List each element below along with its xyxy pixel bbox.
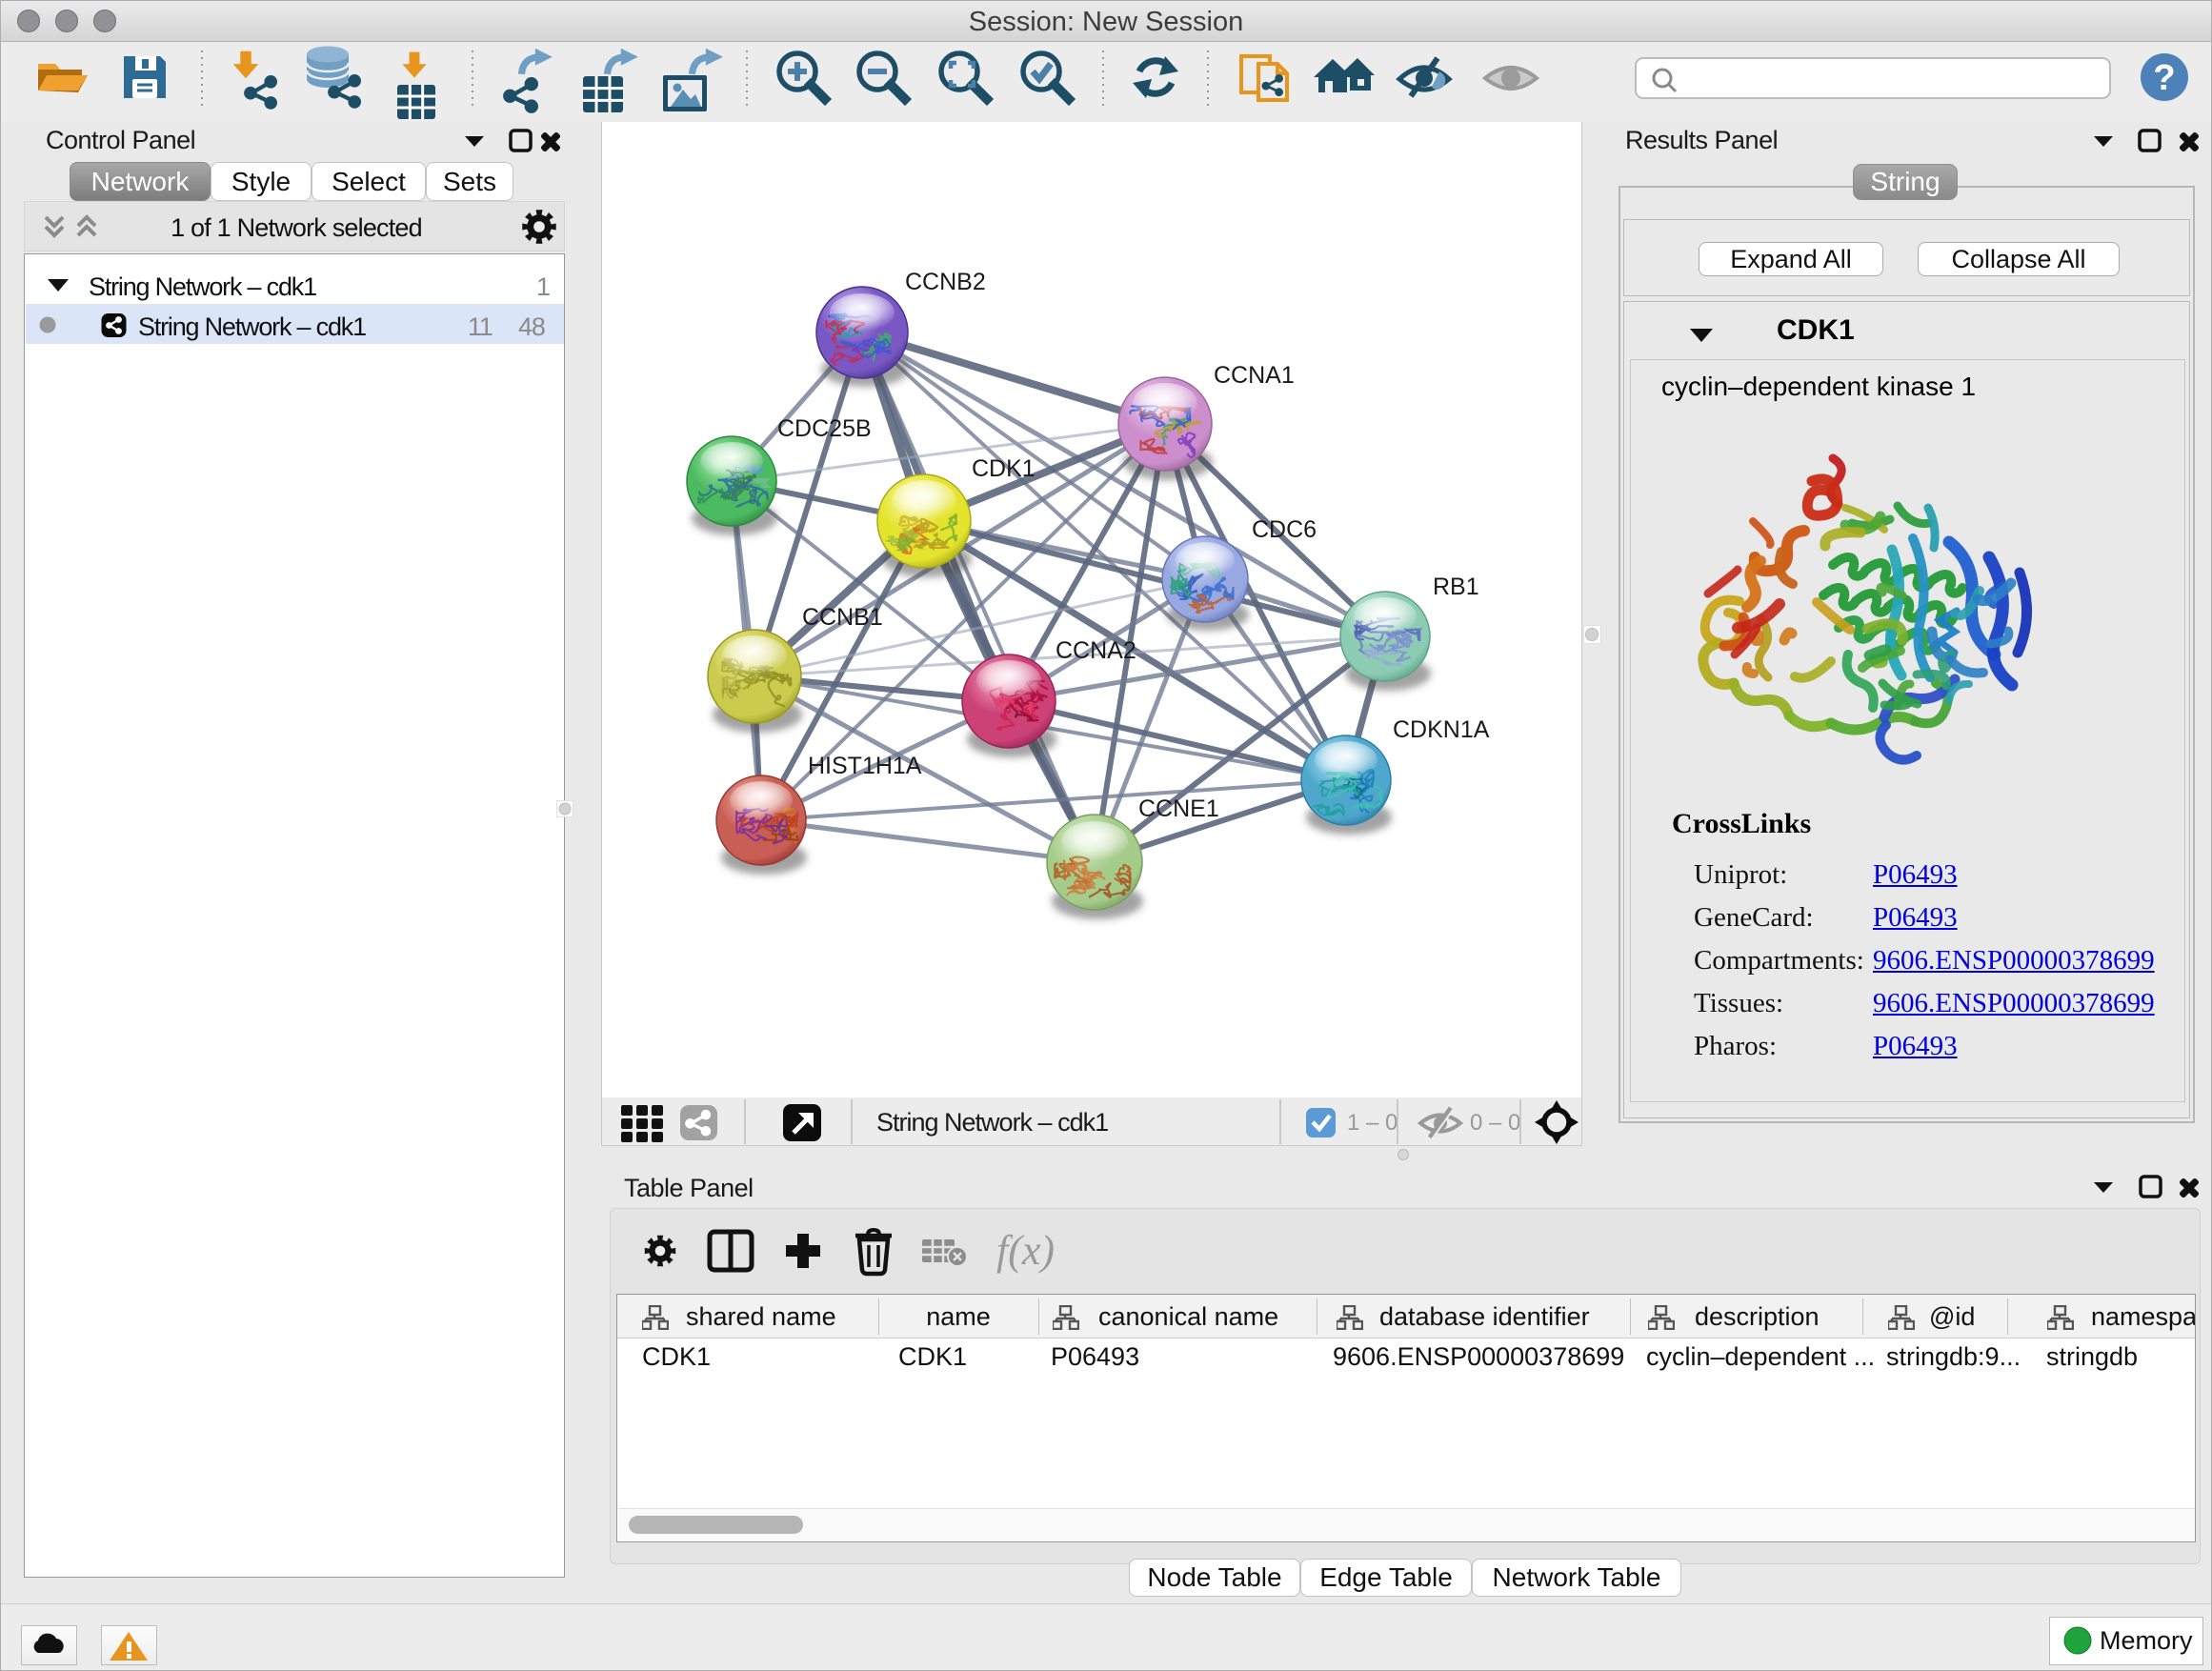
svg-text:CDK1: CDK1: [972, 455, 1036, 482]
svg-text:CCNA1: CCNA1: [1214, 362, 1295, 389]
svg-text:f(x): f(x): [996, 1227, 1055, 1274]
svg-text:CDKN1A: CDKN1A: [1393, 716, 1490, 743]
svg-text:String Network – cdk1: String Network – cdk1: [876, 1108, 1108, 1137]
svg-text:CCNA2: CCNA2: [1056, 637, 1136, 664]
svg-text:?: ?: [2153, 58, 2175, 98]
svg-text:CDC25B: CDC25B: [777, 415, 872, 442]
svg-text:CDC6: CDC6: [1252, 516, 1317, 543]
svg-text:1 – 0: 1 – 0: [1347, 1110, 1398, 1136]
svg-text:CCNB1: CCNB1: [802, 604, 883, 631]
svg-text:CCNB2: CCNB2: [905, 269, 986, 295]
svg-text:RB1: RB1: [1433, 574, 1479, 600]
svg-text:HIST1H1A: HIST1H1A: [808, 753, 922, 779]
svg-text:CCNE1: CCNE1: [1138, 795, 1219, 822]
svg-text:0 – 0: 0 – 0: [1470, 1110, 1520, 1136]
